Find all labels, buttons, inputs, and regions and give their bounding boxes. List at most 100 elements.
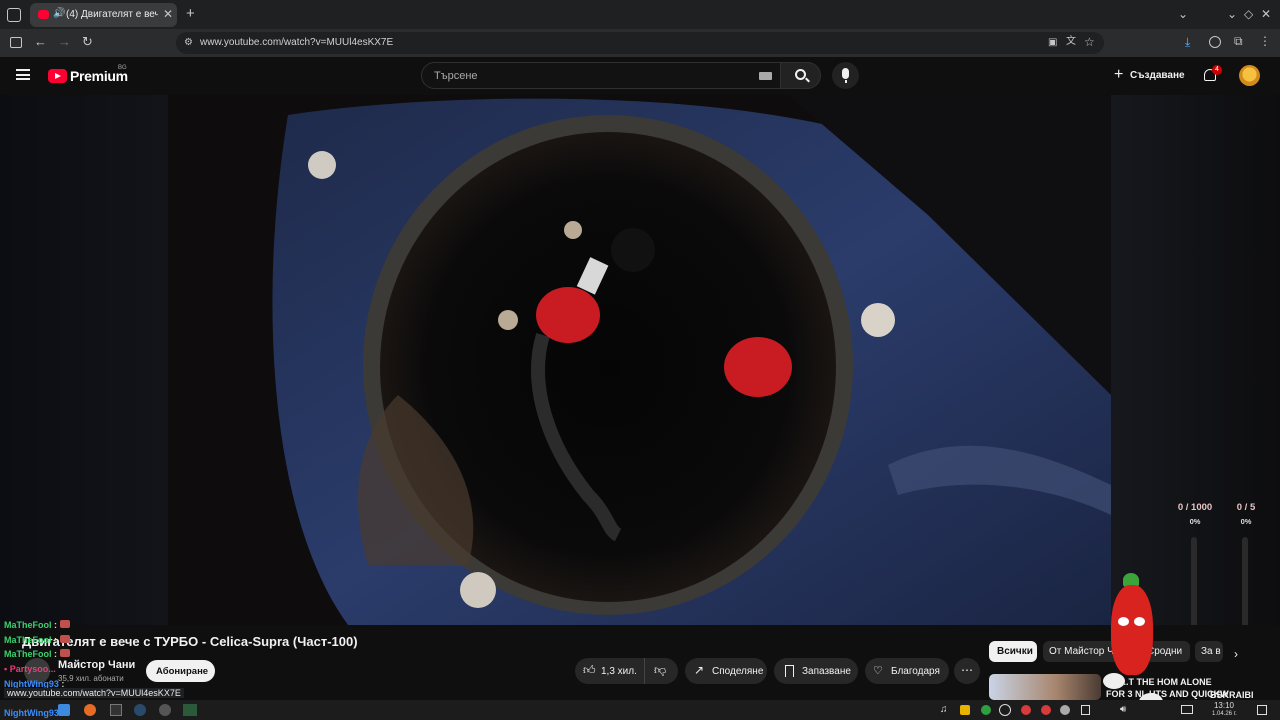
chip-for-you[interactable]: За в [1195, 641, 1223, 662]
keyboard-icon[interactable] [759, 72, 772, 80]
search-box[interactable]: Търсене [421, 62, 781, 89]
menu-dots-icon[interactable]: ⋮ [1259, 35, 1271, 47]
chat-overlay: MaTheFool : MaTheFool : MaTheFool : ▪ Pa… [0, 616, 300, 706]
chip-all[interactable]: Всички [989, 641, 1037, 662]
tray-usb-icon[interactable] [1081, 705, 1090, 715]
tab-close-icon[interactable]: ✕ [163, 7, 173, 21]
counter-1-percent: 0% [1189, 517, 1201, 526]
ambient-glow-left [0, 95, 168, 625]
notifications-badge: 4 [1212, 65, 1222, 75]
chat-user: MaTheFool [4, 649, 52, 659]
close-window-icon[interactable]: ✕ [1261, 8, 1271, 20]
dislike-button[interactable]: 👎︎ [646, 658, 678, 684]
thanks-heart-icon: ♡ [873, 665, 883, 677]
tab-list-chevron-icon[interactable]: ⌄ [1178, 8, 1188, 20]
chat-message: NightWing93 [4, 708, 59, 718]
network-icon[interactable] [1181, 705, 1193, 714]
youtube-logo[interactable]: Premium BG [48, 65, 138, 86]
create-button[interactable]: + Създаване [1108, 63, 1188, 89]
chat-user: Partysoo... [9, 664, 56, 674]
downloads-icon[interactable]: ⤓ [1185, 36, 1190, 48]
translate-icon[interactable]: 文 [1066, 36, 1076, 48]
chat-message: MaTheFool : [4, 635, 70, 645]
tray-app-steam-icon[interactable] [999, 704, 1011, 716]
youtube-masthead: Premium BG Търсене + Създаване 4 [0, 57, 1280, 95]
bookmark-star-icon[interactable]: ☆ [1084, 36, 1095, 48]
chip-all-label: Всички [997, 646, 1033, 657]
back-icon[interactable]: ← [34, 35, 47, 48]
browser-tab-bar: 🔊 (4) Двигателят е вече с ТУРБО - Celica… [0, 0, 1280, 29]
show-desktop-icon[interactable] [1257, 705, 1267, 715]
youtube-favicon-icon [38, 10, 49, 19]
tab-actions-icon[interactable] [7, 8, 21, 22]
plus-icon: + [1114, 66, 1124, 83]
taskbar-app-obs-icon[interactable] [159, 704, 171, 716]
save-button[interactable]: Запазване [774, 658, 858, 684]
share-label: Споделяне [712, 666, 764, 677]
taskbar-app-terminal-icon[interactable] [110, 704, 122, 716]
chat-message: ▪ Partysoo... [4, 664, 56, 674]
tray-steam-icon[interactable] [1060, 705, 1070, 715]
create-label: Създаване [1130, 70, 1185, 81]
profile-icon[interactable] [1209, 36, 1221, 48]
thumbs-down-icon: 👎︎ [654, 663, 667, 677]
browser-toolbar: ← → ↻ ⚙ www.youtube.com/watch?v=MUUl4esK… [0, 29, 1280, 57]
thumbs-up-icon: 👍︎ [583, 663, 596, 677]
more-dots-icon: ⋯ [961, 663, 973, 677]
like-button[interactable]: 👍︎ 1,3 хил. [575, 658, 645, 684]
tab-title: (4) Двигателят е вече с ТУРБО - Celica-S… [66, 9, 158, 20]
install-app-icon[interactable]: ▣ [1048, 37, 1057, 49]
tray-bell-icon[interactable]: ♫ [940, 704, 948, 715]
chip-for-you-label: За в [1201, 646, 1221, 657]
video-frame[interactable] [168, 95, 1111, 625]
overlay-counter-1: 0 / 1000 0% [1172, 502, 1218, 526]
microphone-icon [842, 68, 849, 79]
volume-icon[interactable]: 🔊︎ [1120, 704, 1126, 715]
restore-icon[interactable]: ◇ [1244, 8, 1253, 20]
chat-user: MaTheFool [4, 635, 52, 645]
site-info-icon[interactable]: ⚙ [184, 37, 193, 49]
counter-2-value: 0 / 5 [1236, 502, 1256, 513]
taskbar-app-firefox-icon[interactable] [84, 704, 96, 716]
browser-tab-active[interactable]: 🔊 (4) Двигателят е вече с ТУРБО - Celica… [30, 3, 177, 27]
chat-user: NightWing93 [4, 708, 59, 718]
forward-icon[interactable]: → [58, 35, 71, 48]
minimize-icon[interactable]: ⌄ [1227, 8, 1237, 20]
new-tab-icon[interactable]: + [186, 6, 195, 21]
address-bar[interactable]: ⚙ www.youtube.com/watch?v=MUUl4esKX7E ▣ … [176, 32, 1104, 54]
guide-menu-icon[interactable] [16, 69, 30, 80]
video-frame-image [168, 95, 1111, 625]
reload-icon[interactable]: ↻ [82, 35, 93, 48]
taskbar-app-explorer-icon[interactable] [58, 704, 70, 716]
search-button[interactable] [780, 62, 821, 89]
status-bar-url: www.youtube.com/watch?v=MUUl4esKX7E [4, 688, 184, 698]
clock[interactable]: 13:10 1.04.26 г. [1212, 702, 1237, 718]
chips-next-icon[interactable]: › [1234, 648, 1238, 660]
thanks-label: Благодаря [891, 666, 940, 677]
speaker-icon[interactable]: 🔊 [53, 8, 65, 19]
chat-message: MaTheFool : [4, 620, 70, 630]
sidebar-toggle-icon[interactable] [10, 37, 22, 48]
taskbar-app-steam-icon[interactable] [134, 704, 146, 716]
recommendation-thumbnail[interactable] [989, 674, 1101, 700]
tray-record-2-icon[interactable] [1041, 705, 1051, 715]
more-actions-button[interactable]: ⋯ [954, 658, 980, 684]
avatar[interactable] [1239, 65, 1260, 86]
share-button[interactable]: ↗ Споделяне [685, 658, 767, 684]
notifications-button[interactable]: 4 [1200, 65, 1222, 87]
voice-search-button[interactable] [832, 62, 859, 89]
youtube-play-icon [48, 69, 67, 83]
thanks-button[interactable]: ♡ Благодаря [865, 658, 949, 684]
taskbar: NightWing93 ♫ 🔊︎ 13:10 1.04.26 г. [0, 700, 1280, 720]
tray-record-icon[interactable] [1021, 705, 1031, 715]
clock-date: 1.04.26 г. [1212, 711, 1237, 717]
extensions-icon[interactable]: ⧉ [1234, 35, 1243, 47]
save-label: Запазване [802, 666, 851, 677]
share-icon: ↗ [694, 663, 705, 677]
tray-app-yellow-icon[interactable] [960, 705, 970, 715]
video-player[interactable]: 0 / 1000 0% 0 / 5 0% [0, 95, 1280, 697]
tray-app-green-icon[interactable] [981, 705, 991, 715]
search-input[interactable]: Търсене [434, 70, 478, 82]
taskbar-app-monitor-icon[interactable] [183, 704, 197, 716]
chat-user: MaTheFool [4, 620, 52, 630]
